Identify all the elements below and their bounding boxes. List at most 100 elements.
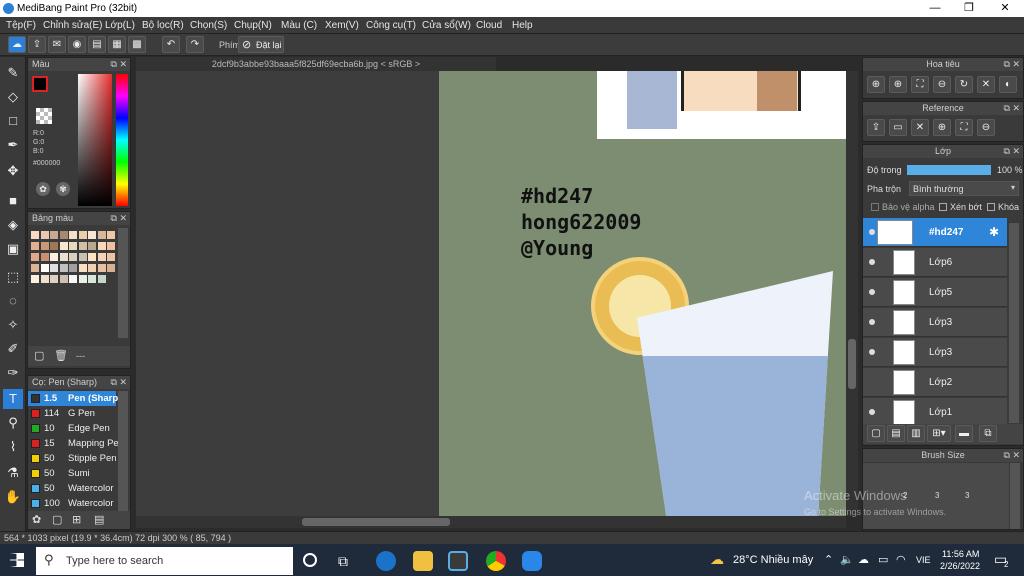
delete-swatch-icon[interactable]: 🗑 <box>54 349 68 362</box>
wifi-icon[interactable]: ◠ <box>896 553 906 566</box>
language-indicator[interactable]: VIE <box>916 555 931 565</box>
brush-item[interactable]: 100 Watercolor <box>28 496 116 511</box>
panel-close-icon[interactable]: ⧉ ✕ <box>111 58 127 71</box>
bucket-tool-icon[interactable]: ◈ <box>3 215 23 235</box>
brush-item[interactable]: 10 Edge Pen <box>28 421 116 436</box>
palette-swatch[interactable] <box>69 264 77 272</box>
palette-swatch[interactable] <box>59 253 68 261</box>
rotate-icon[interactable]: ↻ <box>955 76 973 93</box>
opacity-slider[interactable] <box>907 165 991 175</box>
panel-close-icon[interactable]: ⧉ ✕ <box>1004 58 1020 71</box>
layer-scrollbar[interactable] <box>1009 223 1019 423</box>
palette-swatch[interactable] <box>78 264 87 272</box>
eyedropper-tool-icon[interactable]: ⚗ <box>3 463 23 483</box>
palette-swatch[interactable] <box>69 275 77 283</box>
document-tab[interactable]: 2dcf9b3abbe93baaa5f825df69ecba6b.jpg < s… <box>136 57 496 71</box>
canvas-h-scrollbar[interactable] <box>136 516 846 528</box>
panel-close-icon[interactable]: ⧉ ✕ <box>1004 102 1020 115</box>
cloud-icon[interactable]: ☁ <box>8 36 26 53</box>
palette-swatch[interactable] <box>107 231 115 239</box>
palette-swatch[interactable] <box>69 242 77 250</box>
panel-close-icon[interactable]: ⧉ ✕ <box>1004 449 1020 462</box>
panel-close-icon[interactable]: ⧉ ✕ <box>111 212 127 225</box>
share-icon[interactable]: ⇪ <box>28 36 46 53</box>
palette-swatch[interactable] <box>31 253 39 261</box>
taskbar-search-box[interactable]: ⚲ Type here to search <box>36 547 293 575</box>
weather-text[interactable]: 28°C Nhiều mây <box>733 554 813 566</box>
upload-icon[interactable]: ⇪ <box>867 119 885 136</box>
palette-swatch[interactable] <box>78 253 87 261</box>
clock-time[interactable]: 11:56 AM <box>942 549 979 559</box>
close-button[interactable]: ✕ <box>988 0 1022 17</box>
layer-row[interactable]: Lớp3 <box>863 308 1007 337</box>
layer-row[interactable]: #hd247 ✱ <box>863 218 1007 247</box>
reset-button[interactable]: ⊘ Đặt lại <box>238 36 284 53</box>
flip-icon[interactable]: ◐ <box>999 76 1017 93</box>
palette-swatch[interactable] <box>50 242 58 250</box>
menu-select[interactable]: Chọn(S) <box>190 20 227 31</box>
onedrive-icon[interactable]: ☁ <box>858 553 869 566</box>
palette-swatch[interactable] <box>59 275 68 283</box>
clock-date[interactable]: 2/26/2022 <box>940 561 980 571</box>
magic-wand-tool-icon[interactable]: ✧ <box>3 315 23 335</box>
clipping-checkbox[interactable] <box>939 203 947 211</box>
palette-swatch[interactable] <box>59 264 68 272</box>
lock-checkbox[interactable] <box>987 203 995 211</box>
brush-scrollbar[interactable] <box>118 391 128 511</box>
file-explorer-icon[interactable] <box>413 551 433 571</box>
brush-add-icon[interactable]: ⊞ <box>72 513 81 526</box>
eraser-tool-icon[interactable]: ◇ <box>3 87 23 107</box>
palette-swatch[interactable] <box>78 231 87 239</box>
brush-item[interactable]: 50 Sumi <box>28 466 116 481</box>
palette-swatch[interactable] <box>97 231 106 239</box>
palette-swatch[interactable] <box>50 231 58 239</box>
folder-layer-icon[interactable]: ▬ <box>955 425 973 442</box>
add-swatch-icon[interactable]: ▢ <box>34 349 44 362</box>
palette-swatch[interactable] <box>59 242 68 250</box>
select-tool-icon[interactable]: ⬚ <box>3 267 23 287</box>
palette-swatch[interactable] <box>88 275 96 283</box>
palette-swatch[interactable] <box>31 264 39 272</box>
palette-swatch[interactable] <box>50 264 58 272</box>
canvas-v-thumb[interactable] <box>848 339 856 389</box>
brush-size-item[interactable]: 3 <box>935 491 939 500</box>
menu-layer[interactable]: Lớp(L) <box>105 20 135 31</box>
palette-swatch[interactable] <box>40 253 49 261</box>
palette-swatch[interactable] <box>107 242 115 250</box>
cortana-icon[interactable] <box>303 553 317 567</box>
menu-help[interactable]: Help <box>512 20 533 31</box>
palette-swatch[interactable] <box>31 242 39 250</box>
brush-settings-icon[interactable]: ✿ <box>32 513 41 526</box>
palette-swatch[interactable] <box>88 231 96 239</box>
close-ref-icon[interactable]: ✕ <box>911 119 929 136</box>
palette-scrollbar[interactable] <box>118 228 128 338</box>
layer-row[interactable]: Lớp2 <box>863 368 1007 397</box>
brush-item[interactable]: 15Mapping Pen <box>28 436 118 451</box>
task-view-icon[interactable]: ⧉ <box>338 553 348 570</box>
menu-capture[interactable]: Chụp(N) <box>234 20 272 31</box>
palette-swatch[interactable] <box>40 275 49 283</box>
blend-select[interactable]: Bình thường ▾ <box>909 181 1019 196</box>
zalo-icon[interactable] <box>522 551 542 571</box>
chat-icon[interactable]: ◉ <box>68 36 86 53</box>
zoom-out-icon[interactable]: ⊖ <box>933 76 951 93</box>
new-layer-8bit-icon[interactable]: ▤ <box>887 425 905 442</box>
palette-swatch[interactable] <box>69 253 77 261</box>
rect-tool-icon[interactable]: □ <box>3 111 23 131</box>
palette-swatch[interactable] <box>88 242 96 250</box>
palette-swatch[interactable] <box>97 253 106 261</box>
zoom-in-alt-icon[interactable]: ⊕ <box>889 76 907 93</box>
foreground-color-swatch[interactable] <box>32 76 48 92</box>
palette-swatch[interactable] <box>59 231 68 239</box>
zoom-in-icon[interactable]: ⊕ <box>867 76 885 93</box>
palette-swatches[interactable] <box>28 228 118 308</box>
menu-color[interactable]: Màu (C) <box>281 20 317 31</box>
undo-icon[interactable]: ↶ <box>162 36 180 53</box>
comment-icon[interactable]: ✉ <box>48 36 66 53</box>
gear-icon[interactable]: ✱ <box>989 225 999 239</box>
palette-swatch[interactable] <box>31 275 39 283</box>
chrome-icon[interactable] <box>486 551 506 571</box>
canvas-h-thumb[interactable] <box>302 518 450 526</box>
palette-swatch[interactable] <box>50 275 58 283</box>
pen-tool-icon[interactable]: ✒ <box>3 135 23 155</box>
